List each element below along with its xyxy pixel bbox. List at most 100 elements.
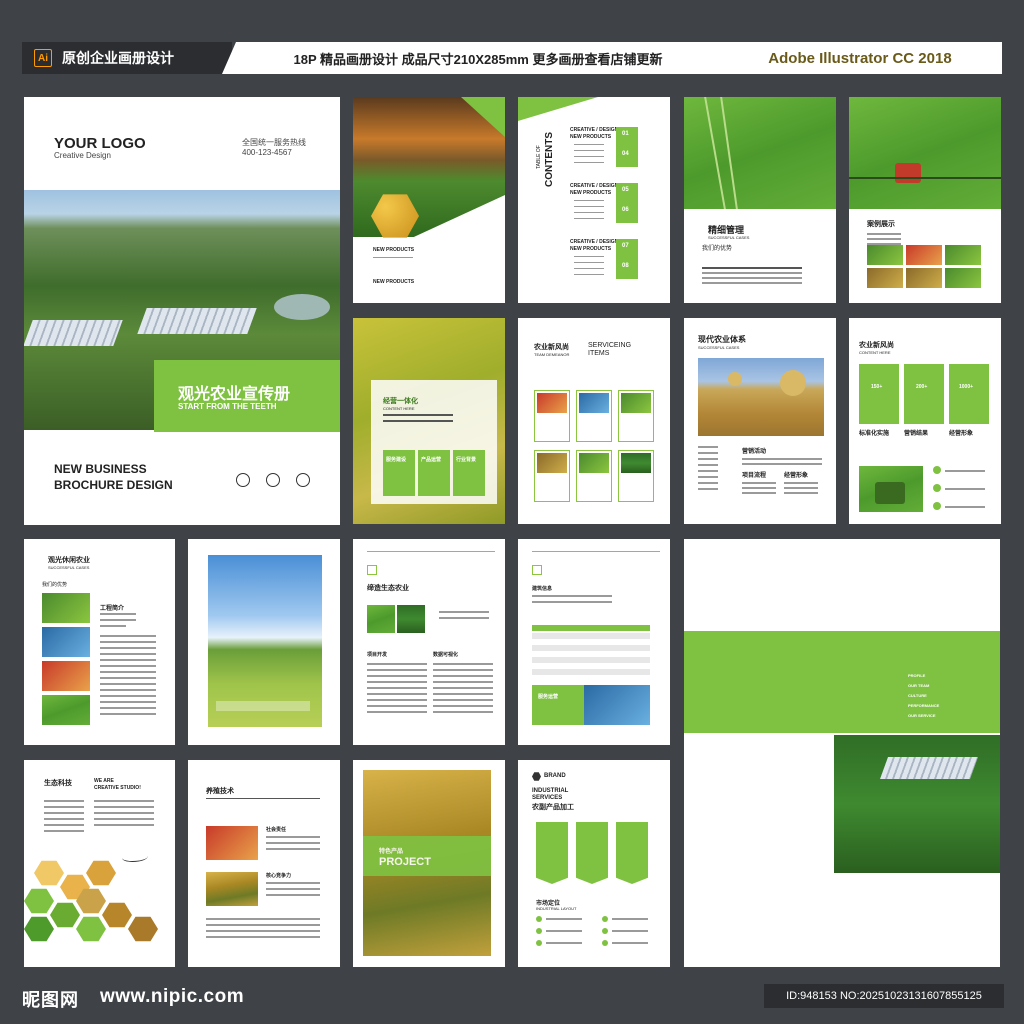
service-item-5 — [576, 450, 612, 502]
p18-en1: INDUSTRIAL — [532, 788, 569, 794]
pond — [274, 294, 330, 320]
p5-title: 案例展示 — [867, 221, 895, 228]
case-thumb-2 — [906, 245, 942, 265]
project-band: 特色产品 PROJECT — [363, 836, 491, 876]
p9-title: 农业新风尚 — [859, 342, 894, 349]
p18-sub: INDUSTRIAL LAYOUT — [536, 906, 577, 911]
p6-title: 经营一体化 — [383, 398, 418, 405]
photo-fish — [42, 627, 90, 657]
stat-card-1: 150+ — [859, 364, 899, 424]
photo-farm — [42, 695, 90, 725]
p7-title: 农业新风尚 — [534, 344, 569, 351]
service-item-3 — [618, 390, 654, 442]
p7-title2: SERVICEING — [588, 342, 632, 349]
logo-icon — [367, 565, 377, 575]
table-header — [532, 625, 650, 631]
toc-corner — [518, 97, 598, 121]
p16-title: 养殖技术 — [206, 788, 234, 795]
spec-segment: 18P 精品画册设计 成品尺寸210X285mm 更多画册查看店铺更新 — [222, 42, 734, 74]
image-id-badge: ID:948153 NO:20251023131607855125 — [764, 984, 1004, 1008]
page-feature-products[interactable]: 特色产品 PROJECT — [353, 760, 505, 967]
integration-panel: 经营一体化 CONTENT HERE 服务建设 产品运营 行业背景 — [371, 380, 497, 504]
service-item-6 — [618, 450, 654, 502]
stat-card-2: 200+ — [904, 364, 944, 424]
p12-h2: 数据可视化 — [433, 652, 459, 658]
hay-bale-photo — [698, 358, 824, 436]
tractor-photo — [849, 97, 1001, 209]
cover-hotline-label: 全国统一服务热线 — [242, 138, 306, 147]
p8-h2: 项目流程 — [742, 473, 767, 479]
caption-bar — [216, 701, 310, 711]
table-rows — [532, 633, 650, 681]
field-photo — [684, 97, 836, 209]
toc-block-1: CREATIVE / DESIGN NEW PRODUCTS 01 04 — [570, 127, 666, 179]
p15-en2: CREATIVE STUDIO! — [94, 785, 141, 791]
top-banner: Ai 原创企业画册设计 18P 精品画册设计 成品尺寸210X285mm 更多画… — [22, 42, 1002, 74]
page-agri-trend[interactable]: 农业新风尚 CONTENT HERE 150+ 200+ 1000+ 标准化实施… — [849, 318, 1001, 524]
site-url-link[interactable]: www.nipic.com — [100, 986, 244, 1008]
page-leisure-agri[interactable]: 观光休闲农业 SUCCESSFUL CASES 我们的优势 工程简介 — [24, 539, 175, 745]
p18-en2: SERVICES — [532, 795, 563, 801]
cover-logo-sub: Creative Design — [54, 151, 111, 160]
p17-en: PROJECT — [379, 856, 431, 868]
p8-h3: 经营形象 — [784, 473, 809, 479]
page-building-info[interactable]: 建筑信息 服务运营 — [518, 539, 670, 745]
cover-logo: YOUR LOGO — [54, 135, 146, 152]
page-cover[interactable]: YOUR LOGO Creative Design 全国统一服务热线 400-1… — [24, 97, 340, 525]
crop-photo-1 — [367, 605, 395, 633]
send-icon — [296, 473, 310, 487]
illustrator-icon: Ai — [34, 49, 52, 67]
lightbulb-icon — [266, 473, 280, 487]
service-item-2 — [576, 390, 612, 442]
logo-icon-2 — [532, 565, 542, 575]
cover-title-cn: 观光农业宣传册 — [178, 386, 291, 403]
page-fine-management[interactable]: 精细管理 SUCCESSFUL CASES 我们的优势 — [684, 97, 836, 303]
case-thumb-4 — [867, 268, 903, 288]
greenhouse-rows-2 — [137, 308, 257, 334]
page-service-items[interactable]: 农业新风尚 TEAM DEMEANOR SERVICEING ITEMS — [518, 318, 670, 524]
page-modern-system[interactable]: 现代农业体系 SUCCESSFUL CASES 营销活动 项目流程 经营形象 — [684, 318, 836, 524]
spread-aerial-photo — [834, 735, 1000, 873]
location-icon — [236, 473, 250, 487]
page-industrial[interactable]: BRAND INDUSTRIAL SERVICES 农副产品加工 市场定位 IN… — [518, 760, 670, 967]
brand-title: 原创企业画册设计 — [62, 50, 174, 66]
p18-title: 农副产品加工 — [532, 804, 574, 811]
toc-block-3: CREATIVE / DESIGN NEW PRODUCTS 07 08 — [570, 239, 666, 291]
cover-phone: 400-123-4567 — [242, 148, 292, 157]
page-breeding[interactable]: 养殖技术 社会责任 核心竞争力 — [188, 760, 340, 967]
p8-title: 现代农业体系 — [698, 335, 746, 344]
page-eco-tech[interactable]: 生态科技 WE ARE CREATIVE STUDIO! — [24, 760, 175, 967]
service-item-1 — [534, 390, 570, 442]
p17-cn: 特色产品 — [379, 849, 404, 855]
page-new-products[interactable]: NEW PRODUCTS NEW PRODUCTS — [353, 97, 505, 303]
page-spread[interactable]: PROFILE OUR TEAM CULTURE PERFORMANCE OUR… — [684, 539, 1000, 967]
cover-title-en: START FROM THE TEETH — [178, 402, 277, 411]
case-thumb-6 — [945, 268, 981, 288]
brand-hex-icon — [532, 772, 541, 781]
card-2: 产品运营 — [418, 450, 450, 496]
cover-bottom-line2: BROCHURE DESIGN — [54, 478, 173, 492]
p10-label: 我们的优势 — [42, 582, 68, 588]
top-rule — [367, 551, 495, 552]
p6-sub: CONTENT HERE — [383, 406, 415, 411]
tractor-photo-2 — [859, 466, 923, 512]
photo-machine — [42, 661, 90, 691]
photo-seedling — [42, 593, 90, 623]
greenhouse-rows — [24, 320, 123, 346]
page-eco-agri[interactable]: 缔造生态农业 项目开发 数据可视化 — [353, 539, 505, 745]
card-1: 服务建设 — [383, 450, 415, 496]
process-step-1 — [536, 822, 568, 884]
p4-sub: SUCCESSFUL CASES — [708, 235, 750, 240]
toc-heading: CONTENTS — [544, 132, 555, 187]
page-contents[interactable]: CONTENTS TABLE OF CREATIVE / DESIGN NEW … — [518, 97, 670, 303]
p7-sub: TEAM DEMEANOR — [534, 352, 570, 357]
case-thumb-1 — [867, 245, 903, 265]
nipic-logo: 昵图网 — [22, 990, 79, 1010]
page-landscape[interactable] — [188, 539, 340, 745]
spread-green-band — [684, 631, 1000, 733]
p12-h1: 项目开发 — [367, 652, 388, 658]
page-case-show[interactable]: 案例展示 — [849, 97, 1001, 303]
toc-block-2: CREATIVE / DESIGN NEW PRODUCTS 05 06 — [570, 183, 666, 235]
page-integration[interactable]: 经营一体化 CONTENT HERE 服务建设 产品运营 行业背景 — [353, 318, 505, 524]
service-item-4 — [534, 450, 570, 502]
